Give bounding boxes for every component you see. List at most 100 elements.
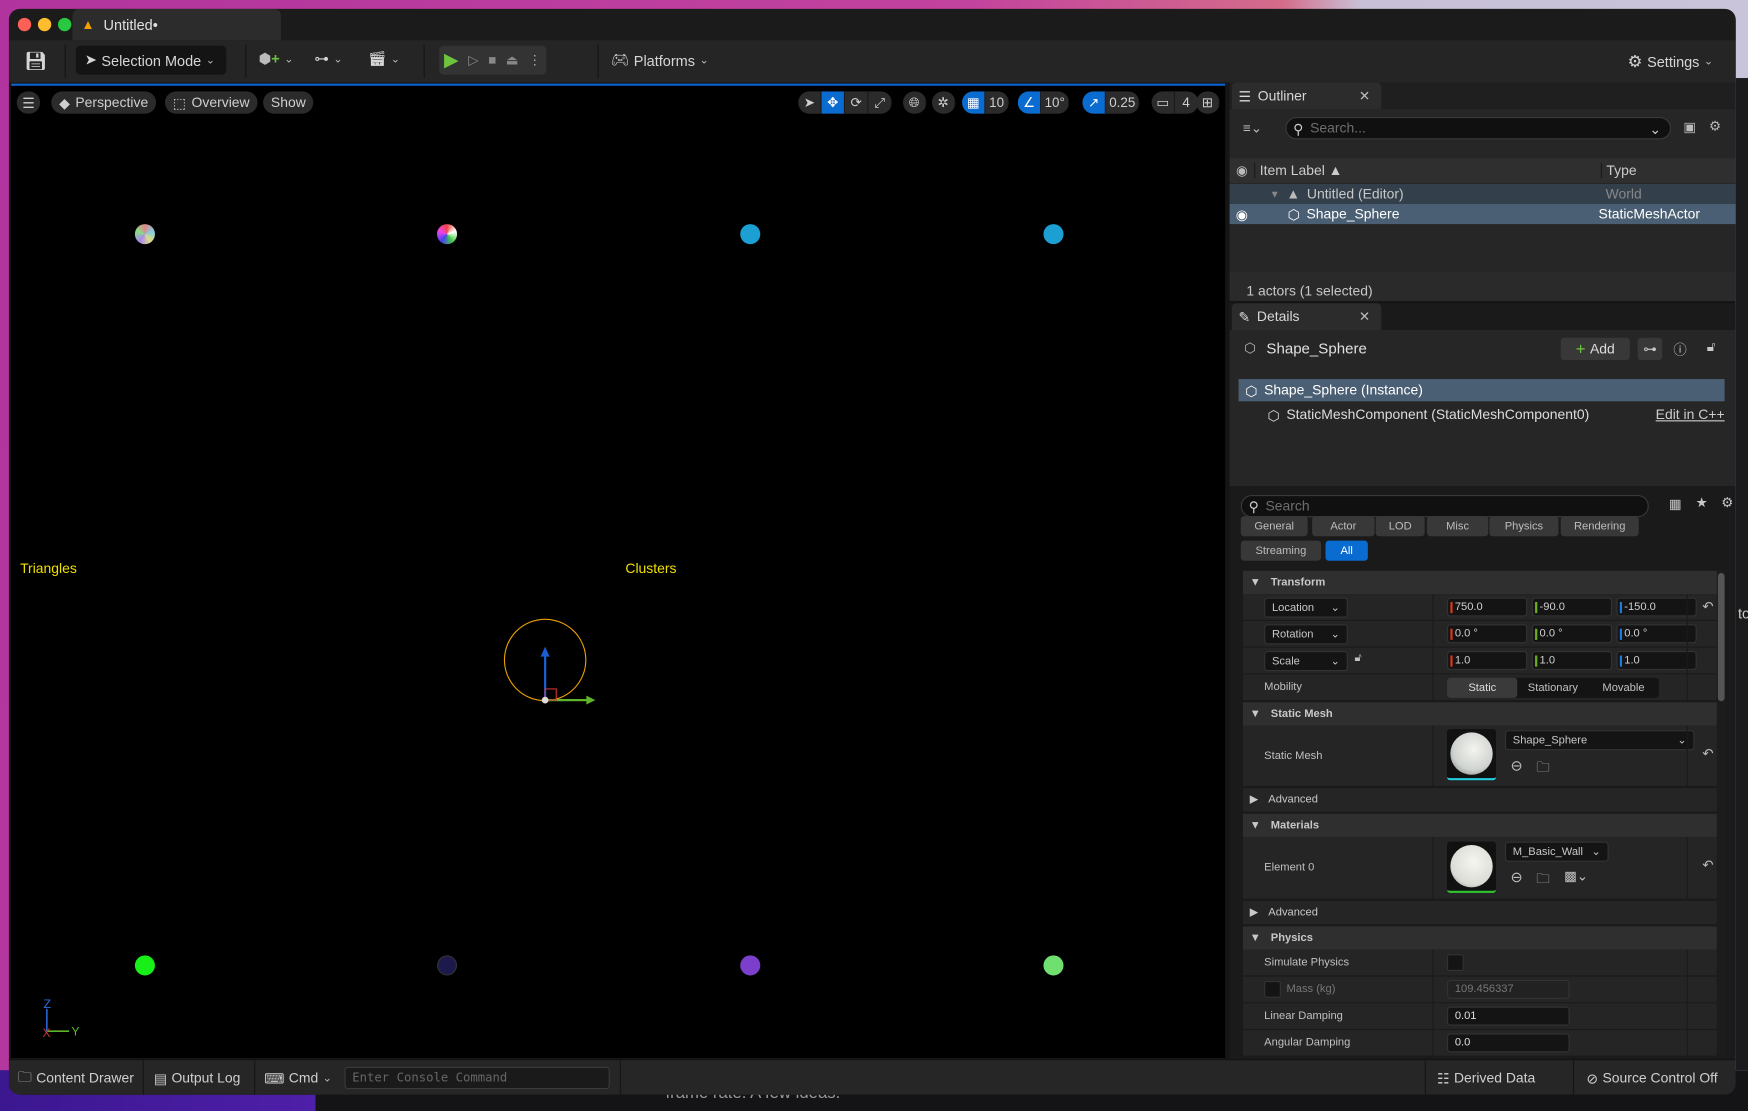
use-selected-icon[interactable]: ⊖ bbox=[1511, 868, 1523, 886]
world-local-toggle[interactable]: 🌐︎ bbox=[902, 91, 927, 114]
sphere-mesh[interactable] bbox=[134, 955, 155, 976]
category-actor[interactable]: Actor bbox=[1312, 516, 1375, 537]
add-actor-button[interactable]: ⬢+ ⌄ bbox=[259, 50, 294, 68]
outliner-tab[interactable]: ☰ Outliner ✕ bbox=[1231, 82, 1382, 110]
details-tab[interactable]: ✎ Details ✕ bbox=[1231, 303, 1382, 330]
eject-icon[interactable]: ⏏ bbox=[506, 52, 519, 68]
location-y-field[interactable]: -90.0 bbox=[1531, 597, 1613, 617]
platforms-button[interactable]: 🎮︎ Platforms ⌄ bbox=[611, 51, 709, 69]
add-folder-icon[interactable]: ▣ bbox=[1683, 119, 1696, 135]
category-rendering[interactable]: Rendering bbox=[1560, 516, 1639, 537]
level-tab[interactable]: ▲ Untitled• bbox=[72, 8, 281, 41]
cmd-dropdown[interactable]: ⌨ Cmd ⌄ bbox=[264, 1060, 332, 1095]
rotation-x-field[interactable]: 0.0 ° bbox=[1447, 624, 1528, 644]
help-icon[interactable]: ⓘ bbox=[1673, 340, 1686, 359]
camera-speed[interactable]: ▭ 4 bbox=[1151, 91, 1199, 114]
stop-icon[interactable]: ■ bbox=[488, 52, 496, 68]
show-button[interactable]: Show bbox=[263, 91, 314, 114]
add-component-button[interactable]: + Add bbox=[1560, 337, 1630, 361]
rotation-dropdown[interactable]: Rotation ⌄ bbox=[1264, 624, 1348, 645]
derived-data-button[interactable]: ☷ Derived Data bbox=[1437, 1060, 1535, 1095]
material-dropdown[interactable]: M_Basic_Wall ⌄ bbox=[1504, 841, 1609, 862]
mobility-static[interactable]: Static bbox=[1447, 677, 1518, 698]
outliner-row[interactable]: ▼ ▲ Untitled (Editor) World bbox=[1229, 183, 1736, 205]
close-icon[interactable]: ✕ bbox=[1359, 88, 1370, 104]
translate-tool-icon[interactable]: ✥ bbox=[821, 91, 846, 114]
static-mesh-thumbnail[interactable] bbox=[1447, 729, 1497, 781]
step-icon[interactable]: ▷ bbox=[468, 52, 478, 68]
physics-section[interactable]: ▼ Physics bbox=[1243, 926, 1723, 950]
angular-damping-field[interactable]: 0.0 bbox=[1447, 1033, 1570, 1053]
details-search-input[interactable]: ⚲ Search bbox=[1240, 494, 1649, 518]
component-instance-row[interactable]: ⬡ Shape_Sphere (Instance) bbox=[1238, 379, 1725, 402]
console-command-input[interactable]: Enter Console Command bbox=[344, 1066, 610, 1090]
mass-override-checkbox[interactable] bbox=[1264, 981, 1281, 998]
minimize-window-button[interactable] bbox=[37, 17, 52, 32]
linear-damping-field[interactable]: 0.01 bbox=[1447, 1006, 1570, 1026]
blueprint-button[interactable]: ⊶ ⌄ bbox=[314, 50, 342, 68]
unlock-icon[interactable]: 🔓︎ bbox=[1354, 652, 1361, 664]
scale-snap[interactable]: ↗ 0.25 bbox=[1082, 91, 1140, 114]
sphere-mesh[interactable] bbox=[740, 955, 761, 976]
close-window-button[interactable] bbox=[17, 17, 32, 32]
sphere-mesh[interactable] bbox=[134, 224, 155, 245]
sphere-mesh[interactable] bbox=[437, 224, 458, 245]
sphere-mesh[interactable] bbox=[437, 955, 458, 976]
sphere-mesh[interactable] bbox=[1043, 224, 1064, 245]
outliner-search-input[interactable]: ⚲ Search... ⌄ bbox=[1285, 117, 1672, 140]
component-row[interactable]: ⬡ StaticMeshComponent (StaticMeshComponen… bbox=[1268, 404, 1725, 426]
category-lod[interactable]: LOD bbox=[1375, 516, 1425, 537]
gear-icon[interactable]: ⚙ bbox=[1709, 118, 1721, 134]
static-mesh-section[interactable]: ▼ Static Mesh bbox=[1243, 702, 1723, 726]
transform-section[interactable]: ▼ Transform bbox=[1243, 570, 1723, 595]
rotate-tool-icon[interactable]: ⟳ bbox=[845, 91, 869, 114]
location-x-field[interactable]: 750.0 bbox=[1447, 597, 1528, 617]
location-z-field[interactable]: -150.0 bbox=[1616, 597, 1697, 617]
category-general[interactable]: General bbox=[1240, 516, 1308, 537]
category-streaming[interactable]: Streaming bbox=[1240, 540, 1322, 561]
visibility-icon[interactable]: ◉ bbox=[1230, 206, 1255, 223]
viewport-menu-button[interactable]: ☰ bbox=[16, 91, 41, 114]
overview-button[interactable]: ⬚ Overview bbox=[164, 91, 258, 114]
reset-icon[interactable]: ↶ bbox=[1702, 599, 1713, 615]
close-icon[interactable]: ✕ bbox=[1359, 309, 1370, 325]
select-tool-icon[interactable]: ➤ bbox=[798, 91, 822, 114]
more-options-icon[interactable]: ⋮ bbox=[528, 52, 541, 68]
static-mesh-dropdown[interactable]: Shape_Sphere ⌄ bbox=[1504, 730, 1695, 751]
perspective-button[interactable]: ◆ Perspective bbox=[51, 91, 157, 114]
lock-icon[interactable]: 🔓︎ bbox=[1707, 339, 1716, 356]
selection-mode-dropdown[interactable]: ➤ Selection Mode ⌄ bbox=[75, 45, 227, 75]
scale-y-field[interactable]: 1.0 bbox=[1531, 651, 1613, 670]
scale-dropdown[interactable]: Scale ⌄ bbox=[1264, 651, 1348, 672]
item-label-header[interactable]: Item Label ▲ bbox=[1254, 162, 1601, 179]
browse-folder-icon[interactable]: 🗀 bbox=[1536, 757, 1549, 780]
viewport-layout-button[interactable]: ⊞ bbox=[1196, 91, 1220, 114]
details-scrollbar[interactable] bbox=[1716, 570, 1726, 1057]
type-header[interactable]: Type bbox=[1600, 162, 1637, 179]
reset-icon[interactable]: ↶ bbox=[1702, 857, 1713, 873]
grid-snap[interactable]: ▦ 10 bbox=[962, 91, 1009, 114]
filter-icon[interactable]: ≡⌄ bbox=[1243, 120, 1262, 136]
output-log-button[interactable]: ▤ Output Log bbox=[154, 1060, 241, 1095]
category-all[interactable]: All bbox=[1325, 540, 1368, 561]
mobility-stationary[interactable]: Stationary bbox=[1518, 678, 1589, 698]
rotation-snap[interactable]: ∠ 10° bbox=[1017, 91, 1070, 114]
material-thumbnail[interactable] bbox=[1447, 841, 1497, 893]
advanced-expander[interactable]: ▶ Advanced bbox=[1243, 788, 1723, 812]
maximize-window-button[interactable] bbox=[57, 17, 72, 32]
translate-gizmo[interactable] bbox=[535, 643, 602, 710]
scale-x-field[interactable]: 1.0 bbox=[1447, 651, 1528, 670]
sphere-mesh[interactable] bbox=[740, 224, 761, 245]
reset-icon[interactable]: ↶ bbox=[1702, 746, 1713, 762]
materials-section[interactable]: ▼ Materials bbox=[1243, 813, 1723, 838]
cinematics-button[interactable]: 🎬︎ ⌄ bbox=[368, 50, 400, 68]
actor-name[interactable]: Shape_Sphere bbox=[1266, 340, 1366, 357]
use-selected-icon[interactable]: ⊖ bbox=[1511, 757, 1523, 775]
rotation-y-field[interactable]: 0.0 ° bbox=[1531, 624, 1613, 644]
scale-z-field[interactable]: 1.0 bbox=[1616, 651, 1697, 670]
location-dropdown[interactable]: Location ⌄ bbox=[1264, 597, 1348, 618]
surface-snap-toggle[interactable]: ✲ bbox=[931, 91, 956, 114]
star-icon[interactable]: ★ bbox=[1696, 495, 1708, 511]
checker-texture-icon[interactable]: ▩⌄ bbox=[1564, 868, 1588, 884]
content-drawer-button[interactable]: 🗀 Content Drawer bbox=[18, 1060, 134, 1095]
